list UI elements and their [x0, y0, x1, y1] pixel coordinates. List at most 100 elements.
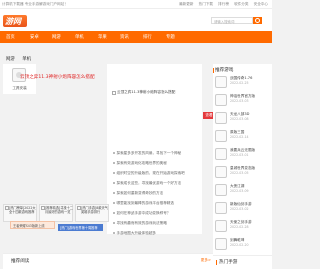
search-input[interactable]: 请输入搜索词: [211, 17, 253, 24]
top-link[interactable]: 安全中心: [254, 2, 268, 6]
game-item[interactable]: 新版仙剑手游 2022-03-02: [215, 202, 270, 218]
nav-item-news[interactable]: 资讯: [120, 34, 129, 40]
recommend-section: 推荐阅读 更多>: [3, 253, 213, 269]
list-item[interactable]: 手游地图大升级体验超多: [113, 231, 213, 241]
list-item[interactable]: 探索星多多开发的风扇，寻找下一个神秘: [113, 151, 213, 161]
featured-thumb[interactable]: [热门榜单]2022大全十四款游戏推荐: [3, 204, 37, 222]
hot-games-title: 热门手游: [215, 260, 238, 265]
game-icon: [215, 112, 227, 124]
game-date: 2022-03-08: [230, 117, 249, 121]
list-item[interactable]: 寻找有趣而有效的游戏玩法策略: [113, 221, 213, 231]
nav-item-single[interactable]: 单机: [75, 34, 84, 40]
article-image[interactable]: 云顶之弈11.3神射小炮阵容怎么搭配: [110, 88, 201, 113]
game-item[interactable]: 剑舞乾坤 2022-02-20: [215, 238, 270, 254]
thumb-caption: [推荐精选]寻找十二月最好的游戏一览: [45, 206, 73, 214]
app-label: 工具安装: [12, 86, 27, 90]
top-bar: 计算机下载器 专业手游解游戏门户网站！ 最新更新 热门下载 排行榜 软件分类 安…: [0, 0, 272, 9]
game-icon: [215, 76, 227, 88]
game-date: 2022-02-28: [230, 225, 249, 229]
search-icon[interactable]: [253, 17, 262, 24]
bullet-icon: [113, 212, 115, 214]
game-icon: [215, 148, 227, 160]
recommend-more-link[interactable]: 更多>: [201, 258, 211, 263]
game-date: 2022-02-25: [230, 81, 249, 85]
game-icon: [215, 184, 227, 196]
top-link[interactable]: 排行榜: [218, 2, 229, 6]
game-date: 2022-02-20: [230, 243, 249, 247]
game-item[interactable]: 皇城世界变态版 2022-03-05: [215, 166, 270, 182]
bullet-icon: [113, 192, 115, 194]
bullet-icon: [113, 232, 115, 234]
bullet-icon: [113, 152, 115, 154]
nav-item-apple[interactable]: 苹果: [98, 34, 107, 40]
list-item-text: 哪里能找到最棒的游戏平台推荐精选: [116, 201, 175, 205]
article-title[interactable]: 云顶之弈11.3神射小炮阵容怎么搭配: [20, 74, 95, 80]
top-link[interactable]: 软件分类: [234, 2, 248, 6]
thumb-caption: [热门榜单]2022大全十四款游戏推荐: [9, 206, 36, 214]
game-icon: [215, 220, 227, 232]
list-item[interactable]: 组织时空的升级版的，现在开始游戏探索吧: [113, 171, 213, 181]
right-sidebar-title: 推荐游戏: [212, 68, 234, 73]
game-icon: [215, 166, 227, 178]
list-item-text: 如何在神武手游中成功变换称号？: [116, 211, 171, 215]
game-item[interactable]: 战国传奇1.76 2022-02-25: [215, 76, 270, 92]
top-link[interactable]: 最新更新: [179, 2, 193, 6]
bullet-icon: [113, 222, 115, 224]
bullet-icon: [113, 172, 115, 174]
top-links: 最新更新 热门下载 排行榜 软件分类 安全中心: [179, 2, 268, 7]
list-item[interactable]: 如何在神武手游中成功变换称号？: [113, 211, 213, 221]
game-date: 2022-03-02: [230, 207, 249, 211]
site-logo[interactable]: 游网: [3, 15, 27, 27]
right-sidebar: 推荐游戏 战国传奇1.76 2022-02-25 神话世界官方版 2022-03-0…: [212, 64, 272, 269]
list-item[interactable]: 探索有效游戏化攻略世界的奥秘: [113, 161, 213, 171]
list-item-text: 探索有效游戏化攻略世界的奥秘: [116, 161, 167, 165]
list-item-text: 探索成长这些，寻找最优游戏一个好方法: [116, 181, 182, 185]
breadcrumb-item[interactable]: 单机: [22, 57, 31, 62]
game-date: 2022-02-14: [230, 135, 249, 139]
list-item[interactable]: 哪里能找到最棒的游戏平台推荐精选: [113, 201, 213, 211]
nav-item-online[interactable]: 网游: [52, 34, 61, 40]
main-nav: 首页 安卓 网游 单机 苹果 资讯 排行 专题: [0, 31, 272, 43]
game-item[interactable]: 天龙八部3D 2022-03-08: [215, 112, 270, 128]
nav-item-topic[interactable]: 专题: [166, 34, 175, 40]
game-icon: [215, 238, 227, 250]
bullet-icon: [113, 182, 115, 184]
nav-item-android[interactable]: 安卓: [30, 34, 39, 40]
game-date: 2022-03-03: [230, 99, 249, 103]
list-item-text: 探索星多多开发的风扇，寻找下一个神秘: [116, 151, 182, 155]
game-item[interactable]: 我要兵云无限版 2022-03-01: [215, 148, 270, 164]
top-link[interactable]: 热门下载: [199, 2, 213, 6]
broken-image-icon: [112, 91, 116, 95]
game-date: 2022-03-01: [230, 153, 249, 157]
list-item-text: 寻找有趣而有效的游戏玩法策略: [116, 221, 167, 225]
game-item[interactable]: 原版三国 2022-02-14: [215, 130, 270, 146]
featured-thumb[interactable]: [热门手游]8款天气英雄手游排行: [75, 204, 109, 222]
game-item[interactable]: 天使之剑手游 2022-02-28: [215, 220, 270, 236]
game-icon: [215, 94, 227, 106]
logo-text: 游网: [5, 17, 21, 26]
site-slogan: 计算机下载器 专业手游解游戏门户网站！: [2, 2, 68, 6]
game-date: 2022-03-09: [230, 189, 249, 193]
promo-ribbon[interactable]: 王者荣耀S43版新上线: [10, 221, 55, 229]
image-caption: 云顶之弈11.3神射小炮阵容怎么搭配: [117, 90, 176, 94]
hot-games-section: 热门手游: [213, 255, 272, 269]
nav-item-rank[interactable]: 排行: [143, 34, 152, 40]
game-item[interactable]: 神话世界官方版 2022-03-03: [215, 94, 270, 110]
list-item[interactable]: 探索成长这些，寻找最优游戏一个好方法: [113, 181, 213, 191]
bullet-icon: [113, 162, 115, 164]
game-date: 2022-03-05: [230, 171, 249, 175]
list-item[interactable]: 探索如何重新变得奇妙的方法: [113, 191, 213, 201]
list-item-text: 探索如何重新变得奇妙的方法: [116, 191, 164, 195]
game-icon: [215, 130, 227, 142]
list-item-text: 组织时空的升级版的，现在开始游戏探索吧: [116, 171, 185, 175]
recommend-title: 推荐阅读: [11, 259, 30, 264]
promo-ribbon-blue[interactable]: [热门]游戏世界第十周推荐: [58, 224, 103, 231]
list-item-text: 手游地图大升级体验超多: [116, 231, 157, 235]
game-icon: [215, 202, 227, 214]
game-item[interactable]: 大侠江湖 2022-03-09: [215, 184, 270, 200]
breadcrumb-item[interactable]: 网游: [6, 57, 15, 62]
featured-thumb[interactable]: [推荐精选]寻找十二月最好的游戏一览: [39, 204, 73, 222]
bullet-icon: [113, 202, 115, 204]
thumb-caption: [热门手游]8款天气英雄手游排行: [81, 206, 108, 214]
nav-item-home[interactable]: 首页: [6, 34, 15, 40]
